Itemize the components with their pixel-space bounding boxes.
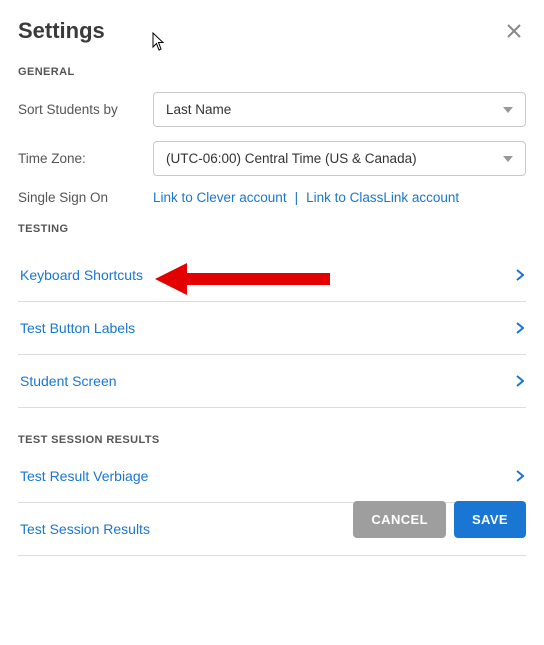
settings-dialog: Settings GENERAL Sort Students by Last N… [0, 0, 544, 556]
testing-item-keyboard-shortcuts[interactable]: Keyboard Shortcuts [18, 249, 526, 302]
divider-pipe: | [295, 190, 299, 205]
timezone-select[interactable]: (UTC-06:00) Central Time (US & Canada) [153, 141, 526, 176]
item-label: Test Button Labels [20, 320, 135, 336]
chevron-right-icon [516, 322, 524, 334]
sort-students-label: Sort Students by [18, 102, 153, 117]
link-classlink[interactable]: Link to ClassLink account [306, 190, 459, 205]
testing-item-test-button-labels[interactable]: Test Button Labels [18, 302, 526, 355]
chevron-right-icon [516, 375, 524, 387]
sso-links: Link to Clever account | Link to ClassLi… [153, 190, 459, 205]
item-label: Keyboard Shortcuts [20, 267, 143, 283]
section-header-general: GENERAL [18, 66, 526, 78]
close-button[interactable] [502, 19, 526, 43]
caret-down-icon [503, 156, 513, 162]
form-row-sort: Sort Students by Last Name [18, 92, 526, 127]
testing-item-student-screen[interactable]: Student Screen [18, 355, 526, 408]
item-label: Student Screen [20, 373, 117, 389]
cancel-button[interactable]: CANCEL [353, 501, 446, 538]
section-header-testing: TESTING [18, 223, 526, 235]
save-button[interactable]: SAVE [454, 501, 526, 538]
chevron-right-icon [516, 269, 524, 281]
dialog-footer: CANCEL SAVE [0, 487, 544, 556]
section-header-results: TEST SESSION RESULTS [18, 434, 526, 446]
form-row-timezone: Time Zone: (UTC-06:00) Central Time (US … [18, 141, 526, 176]
dialog-title: Settings [18, 18, 105, 44]
title-row: Settings [18, 18, 526, 44]
sso-label: Single Sign On [18, 190, 153, 205]
sort-students-select[interactable]: Last Name [153, 92, 526, 127]
timezone-label: Time Zone: [18, 151, 153, 166]
timezone-value: (UTC-06:00) Central Time (US & Canada) [166, 151, 417, 166]
form-row-sso: Single Sign On Link to Clever account | … [18, 190, 526, 205]
chevron-right-icon [516, 470, 524, 482]
sort-students-value: Last Name [166, 102, 231, 117]
caret-down-icon [503, 107, 513, 113]
link-clever[interactable]: Link to Clever account [153, 190, 287, 205]
item-label: Test Result Verbiage [20, 468, 148, 484]
close-icon [506, 23, 522, 39]
